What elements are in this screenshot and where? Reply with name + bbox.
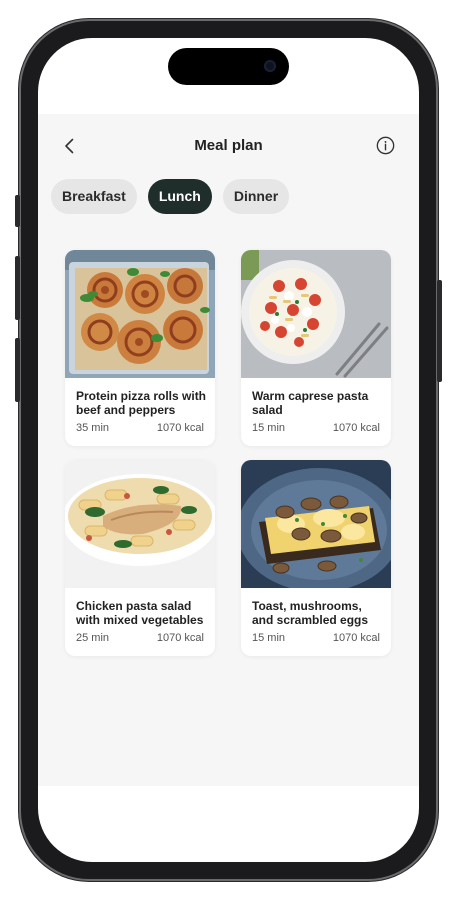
tab-breakfast[interactable]: Breakfast (51, 179, 137, 214)
dynamic-island (168, 48, 289, 85)
meal-card-caprese-pasta[interactable]: Warm caprese pasta salad 15 min 1070 kca… (241, 250, 391, 446)
tab-dinner[interactable]: Dinner (222, 179, 290, 214)
front-camera (264, 60, 276, 72)
meal-name: Chicken pasta salad with mixed vegetable… (76, 599, 204, 627)
meal-card-chicken-pasta[interactable]: Chicken pasta salad with mixed vegetable… (65, 460, 215, 656)
header: Meal plan (38, 114, 419, 178)
meal-kcal: 1070 kcal (156, 632, 204, 644)
meal-time: 35 min (76, 422, 110, 434)
meal-name: Toast, mushrooms, and scrambled eggs (252, 599, 369, 627)
meal-tabs: Breakfast Lunch Dinner (51, 179, 290, 214)
meal-card-toast-mushrooms[interactable]: Toast, mushrooms, and scrambled eggs 15 … (241, 460, 391, 656)
meal-name: Protein pizza rolls with beef and pepper… (76, 389, 207, 417)
meal-kcal: 1070 kcal (156, 422, 204, 434)
meal-time: 15 min (252, 422, 286, 434)
meal-meta: 15 min 1070 kcal (252, 422, 380, 434)
chicken-pasta-photo (65, 460, 215, 588)
toast-mushrooms-photo (241, 460, 391, 588)
volume-down-button (15, 338, 20, 402)
tab-lunch[interactable]: Lunch (147, 179, 212, 214)
meal-time: 15 min (252, 632, 286, 644)
action-button (15, 195, 20, 227)
meal-meta: 15 min 1070 kcal (252, 632, 380, 644)
volume-up-button (15, 256, 20, 320)
meal-meta: 25 min 1070 kcal (76, 632, 204, 644)
meal-time: 25 min (76, 632, 110, 644)
meal-kcal: 1070 kcal (332, 632, 380, 644)
page-title: Meal plan (194, 137, 263, 154)
meal-kcal: 1070 kcal (332, 422, 380, 434)
caprese-pasta-photo (241, 250, 391, 378)
meal-name: Warm caprese pasta salad (252, 389, 369, 417)
meal-meta: 35 min 1070 kcal (76, 422, 204, 434)
meal-card-pizza-rolls[interactable]: Protein pizza rolls with beef and pepper… (65, 250, 215, 446)
info-icon[interactable] (376, 136, 395, 155)
meal-plan-screen: Meal plan Breakfast Lunch Dinner Protein… (38, 114, 419, 786)
pizza-rolls-photo (65, 250, 215, 378)
power-button (437, 280, 442, 382)
